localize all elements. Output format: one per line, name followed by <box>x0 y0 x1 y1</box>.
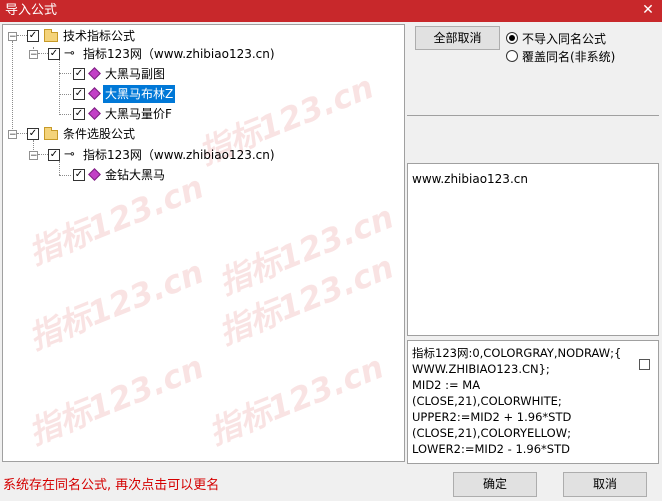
key-icon: ⊸ <box>64 147 75 162</box>
no-import-duplicate-radio[interactable] <box>506 32 518 44</box>
formula-tree-panel: 指标123.cn 指标123.cn 指标123.cn 指标123.cn 指标12… <box>2 24 405 462</box>
tree-item-source-selection[interactable]: − ✓ ⊸ 指标123网（www.zhibiao123.cn) <box>3 146 401 164</box>
checkbox[interactable]: ✓ <box>73 68 85 80</box>
ok-button[interactable]: 确定 <box>453 472 537 497</box>
folder-icon <box>44 127 58 140</box>
tree-item-technical-formulas[interactable]: − ✓ 技术指标公式 <box>3 27 401 45</box>
tree-item-stock-selection-formulas[interactable]: − ✓ 条件选股公式 <box>3 125 401 143</box>
info-text: www.zhibiao123.cn <box>412 172 528 186</box>
formula-gem-icon <box>88 168 101 181</box>
divider-panel <box>407 115 659 160</box>
tree-item-label: 条件选股公式 <box>63 127 136 141</box>
cancel-all-button[interactable]: 全部取消 <box>415 26 500 50</box>
checkbox[interactable]: ✓ <box>48 48 60 60</box>
import-formula-dialog: 导入公式 ✕ 指标123.cn 指标123.cn 指标123.cn 指标123.… <box>0 0 662 501</box>
key-icon: ⊸ <box>64 46 75 61</box>
window-title: 导入公式 <box>5 3 58 18</box>
checkbox[interactable]: ✓ <box>73 108 85 120</box>
tree-item-label: 金钻大黑马 <box>105 168 166 182</box>
tree-item-label: 大黑马量价F <box>105 107 172 121</box>
watermark-text: 指标123.cn <box>213 197 399 303</box>
tree-item-formula[interactable]: ✓ 大黑马量价F <box>3 105 401 123</box>
folder-icon <box>44 29 58 42</box>
code-checkbox[interactable] <box>639 359 650 370</box>
title-bar: 导入公式 ✕ <box>0 0 662 22</box>
watermark-text: 指标123.cn <box>203 347 389 453</box>
tree-item-label: 大黑马布林Z <box>103 85 176 103</box>
tree-item-label: 指标123网（www.zhibiao123.cn) <box>83 47 275 61</box>
overwrite-duplicate-radio[interactable] <box>506 50 518 62</box>
no-import-duplicate-label: 不导入同名公式 <box>522 32 607 46</box>
watermark-text: 指标123.cn <box>23 347 209 453</box>
info-panel: www.zhibiao123.cn <box>407 163 659 336</box>
tree-item-formula[interactable]: ✓ 大黑马布林Z <box>3 85 401 103</box>
tree-item-label: 大黑马副图 <box>105 67 166 81</box>
tree-item-source-technical[interactable]: − ✓ ⊸ 指标123网（www.zhibiao123.cn) <box>3 45 401 63</box>
collapse-icon[interactable]: − <box>8 130 17 140</box>
close-icon[interactable]: ✕ <box>640 2 656 18</box>
checkbox[interactable]: ✓ <box>73 88 85 100</box>
checkbox[interactable]: ✓ <box>27 30 39 42</box>
cancel-button[interactable]: 取消 <box>563 472 647 497</box>
watermark-text: 指标123.cn <box>213 247 399 353</box>
formula-gem-icon <box>88 67 101 80</box>
status-message: 系统存在同名公式, 再次点击可以更名 <box>3 478 220 493</box>
tree-item-formula[interactable]: ✓ 金钻大黑马 <box>3 166 401 184</box>
tree-item-label: 技术指标公式 <box>63 29 136 43</box>
tree-item-label: 指标123网（www.zhibiao123.cn) <box>83 148 275 162</box>
checkbox[interactable]: ✓ <box>48 149 60 161</box>
collapse-icon[interactable]: − <box>29 50 38 60</box>
watermark-text: 指标123.cn <box>23 252 209 358</box>
checkbox[interactable]: ✓ <box>27 128 39 140</box>
formula-code-panel: 指标123网:0,COLORGRAY,NODRAW;{ WWW.ZHIBIAO1… <box>407 340 659 464</box>
overwrite-duplicate-label: 覆盖同名(非系统) <box>522 50 616 64</box>
formula-gem-icon <box>88 107 101 120</box>
checkbox[interactable]: ✓ <box>73 169 85 181</box>
formula-gem-icon <box>88 87 101 100</box>
formula-code-text: 指标123网:0,COLORGRAY,NODRAW;{ WWW.ZHIBIAO1… <box>412 346 622 456</box>
collapse-icon[interactable]: − <box>29 151 38 161</box>
collapse-icon[interactable]: − <box>8 32 17 42</box>
tree-item-formula[interactable]: ✓ 大黑马副图 <box>3 65 401 83</box>
